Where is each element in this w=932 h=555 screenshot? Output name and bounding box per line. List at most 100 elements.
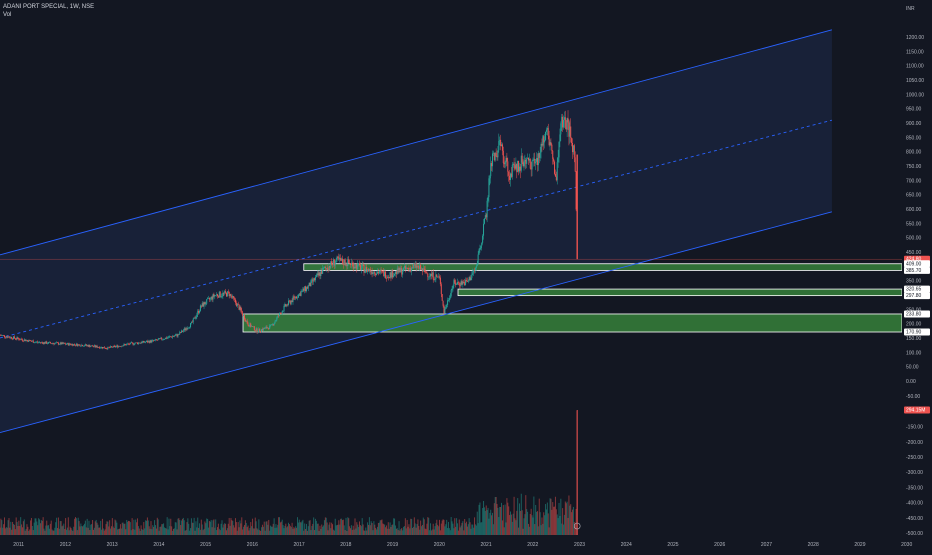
volume-bar [314, 518, 316, 535]
volume-bar [75, 518, 77, 535]
candle-body [242, 312, 244, 316]
price-chart[interactable]: INR 1200.00 1150.00 1100.00 1050.00 1000.00 95… [0, 0, 932, 550]
volume-bar [24, 530, 26, 535]
volume-bar [501, 520, 503, 535]
volume-bar [249, 528, 251, 535]
volume-bar [441, 520, 443, 535]
volume-bar [235, 522, 237, 535]
candle-body [363, 265, 365, 273]
candle-body [545, 131, 547, 140]
candle-body [217, 296, 219, 298]
volume-bar [518, 527, 520, 535]
volume-bar [544, 515, 546, 535]
volume-bar [35, 518, 37, 535]
volume-bar [243, 525, 245, 535]
price-tick-label: -350.00 [906, 485, 923, 491]
candle-body [367, 269, 369, 271]
volume-bar [267, 524, 269, 535]
volume-bar [484, 510, 486, 535]
candle-body [566, 118, 568, 130]
candle-body [415, 263, 417, 268]
volume-bar [164, 528, 166, 535]
volume-bar [536, 511, 538, 535]
volume-bar [194, 530, 196, 535]
price-badge-label: 409.00 [906, 261, 922, 267]
price-tick-label: 1050.00 [906, 78, 924, 84]
candle-body [156, 339, 158, 341]
volume-bar [254, 517, 256, 535]
volume-bar [545, 504, 547, 535]
candle-body [175, 334, 177, 336]
candle-body [264, 327, 266, 329]
candle-body [140, 342, 142, 344]
volume-bar [400, 528, 402, 535]
volume-bar [374, 524, 376, 535]
candle-body [335, 260, 337, 263]
candle-body [574, 157, 576, 172]
volume-bar [289, 525, 291, 535]
volume-bar [87, 527, 89, 535]
volume-bar [569, 505, 571, 535]
volume-bar [349, 526, 351, 535]
volume-bar [89, 530, 91, 535]
candle-body [383, 271, 385, 277]
candle-body [12, 338, 14, 340]
candle-body [438, 276, 440, 278]
candle-body [277, 315, 279, 318]
volume-bar [572, 509, 574, 535]
candle-body [188, 327, 190, 329]
candle-body [200, 305, 202, 307]
candle-body [136, 342, 138, 344]
volume-bar [341, 518, 343, 535]
candle-body [344, 259, 346, 266]
time-tick-label: 2022 [527, 542, 538, 548]
candle-body [103, 347, 105, 349]
candle-body [410, 268, 412, 272]
volume-bar [83, 523, 85, 535]
volume-bar [119, 524, 121, 535]
volume-bar [505, 522, 507, 535]
candle-body [394, 273, 396, 276]
candle-body [35, 341, 37, 343]
candle-body [106, 348, 108, 350]
volume-bar [412, 526, 414, 535]
volume-bar [506, 498, 508, 535]
volume-bar [497, 507, 499, 535]
candle-body [409, 268, 411, 270]
volume-bar [383, 524, 385, 535]
candle-body [341, 258, 343, 261]
candle-body [551, 144, 553, 151]
volume-bar [209, 521, 211, 535]
volume-bar [66, 529, 68, 535]
volume-bar [105, 524, 107, 535]
volume-bar [236, 530, 238, 535]
candle-body [71, 344, 73, 346]
candle-body [465, 279, 467, 281]
volume-bar [273, 518, 275, 535]
symbol-title[interactable]: ADANI PORT SPECIAL, 1W, NSE [3, 3, 94, 11]
volume-bar [403, 526, 405, 535]
candle-body [483, 223, 485, 236]
volume-bar [99, 527, 101, 535]
candle-body [3, 335, 5, 338]
volume-bar [338, 520, 340, 535]
candle-body [101, 346, 103, 348]
volume-label[interactable]: Vol [3, 11, 94, 19]
candle-body [145, 341, 147, 343]
candle-body [490, 163, 492, 177]
volume-bar [418, 525, 420, 535]
price-tick-label: 1150.00 [906, 49, 924, 55]
price-tick-label: -300.00 [906, 470, 923, 476]
volume-bar [402, 530, 404, 535]
volume-bar [201, 524, 203, 535]
volume-bar [408, 524, 410, 535]
volume-bar [28, 530, 30, 535]
candle-body [42, 342, 44, 344]
candle-body [427, 273, 429, 278]
volume-bar [93, 527, 95, 535]
candle-body [6, 336, 8, 338]
volume-bar [25, 528, 27, 535]
volume-bar [90, 524, 92, 535]
volume-bar [63, 523, 65, 535]
candle-body [89, 345, 91, 347]
